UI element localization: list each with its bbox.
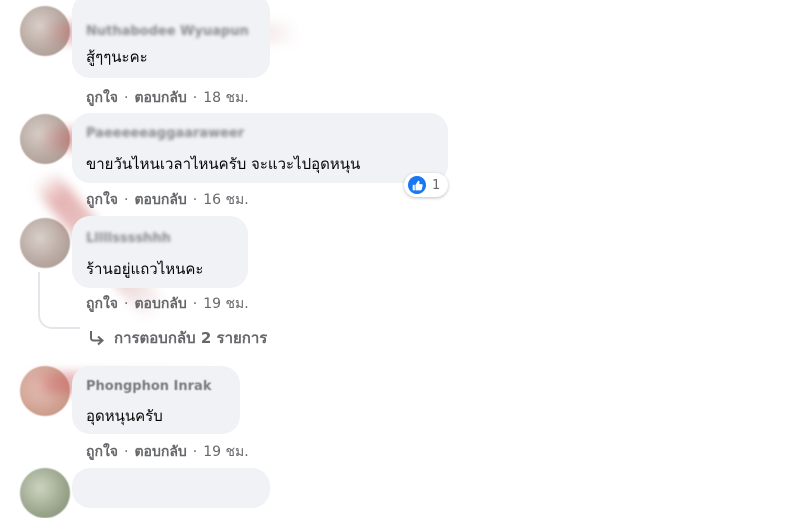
commenter-name[interactable]: Phongphon Inrak xyxy=(86,379,211,394)
comment-text: ร้านอยู่แถวไหนคะ xyxy=(86,260,204,278)
avatar[interactable] xyxy=(20,468,70,518)
reply-button[interactable]: ตอบกลับ xyxy=(134,444,186,460)
comment-time[interactable]: 19 ชม. xyxy=(203,296,248,312)
reaction-badge[interactable]: 1 xyxy=(404,173,449,197)
commenter-name[interactable]: Nuthabodee Wyuapun xyxy=(86,24,249,39)
like-button[interactable]: ถูกใจ xyxy=(86,90,118,106)
reply-arrow-icon xyxy=(90,331,105,346)
reply-button[interactable]: ตอบกลับ xyxy=(134,296,186,312)
comment-actions: ถูกใจ · ตอบกลับ · 19 ชม. xyxy=(86,444,249,460)
comment-bubble: Phongphon Inrak อุดหนุนครับ xyxy=(72,366,240,434)
comment-bubble: Nuthabodee Wyuapun สู้ๆๆนะคะ xyxy=(72,0,270,78)
comment-actions: ถูกใจ · ตอบกลับ · 18 ชม. xyxy=(86,90,249,106)
reply-button[interactable]: ตอบกลับ xyxy=(134,192,186,208)
comment-text: ขายวันไหนเวลาไหนครับ จะแวะไปอุดหนุน xyxy=(86,155,361,173)
comment-text: สู้ๆๆนะคะ xyxy=(86,48,148,66)
like-button[interactable]: ถูกใจ xyxy=(86,444,118,460)
reaction-count: 1 xyxy=(432,177,441,193)
comment-bubble: Paeeeeeaggaaraweer ขายวันไหนเวลาไหนครับ … xyxy=(72,113,448,183)
comment-time[interactable]: 18 ชม. xyxy=(203,90,248,106)
reply-button[interactable]: ตอบกลับ xyxy=(134,90,186,106)
like-button[interactable]: ถูกใจ xyxy=(86,192,118,208)
comment-time[interactable]: 16 ชม. xyxy=(203,192,248,208)
comment-actions: ถูกใจ · ตอบกลับ · 19 ชม. xyxy=(86,296,249,312)
comment-bubble xyxy=(72,468,270,508)
comment-text: อุดหนุนครับ xyxy=(86,407,163,425)
like-icon xyxy=(408,176,426,194)
commenter-name[interactable]: Lllllsssshhh xyxy=(86,231,171,246)
view-replies-link[interactable]: การตอบกลับ 2 รายการ xyxy=(88,326,267,350)
comment-time[interactable]: 19 ชม. xyxy=(203,444,248,460)
commenter-name[interactable]: Paeeeeeaggaaraweer xyxy=(86,126,244,141)
thread-connector xyxy=(38,272,80,329)
like-button[interactable]: ถูกใจ xyxy=(86,296,118,312)
replies-count-label[interactable]: การตอบกลับ 2 รายการ xyxy=(114,326,267,350)
comment-bubble: Lllllsssshhh ร้านอยู่แถวไหนคะ xyxy=(72,216,248,288)
avatar[interactable] xyxy=(20,218,70,268)
comment-actions: ถูกใจ · ตอบกลับ · 16 ชม. xyxy=(86,192,249,208)
